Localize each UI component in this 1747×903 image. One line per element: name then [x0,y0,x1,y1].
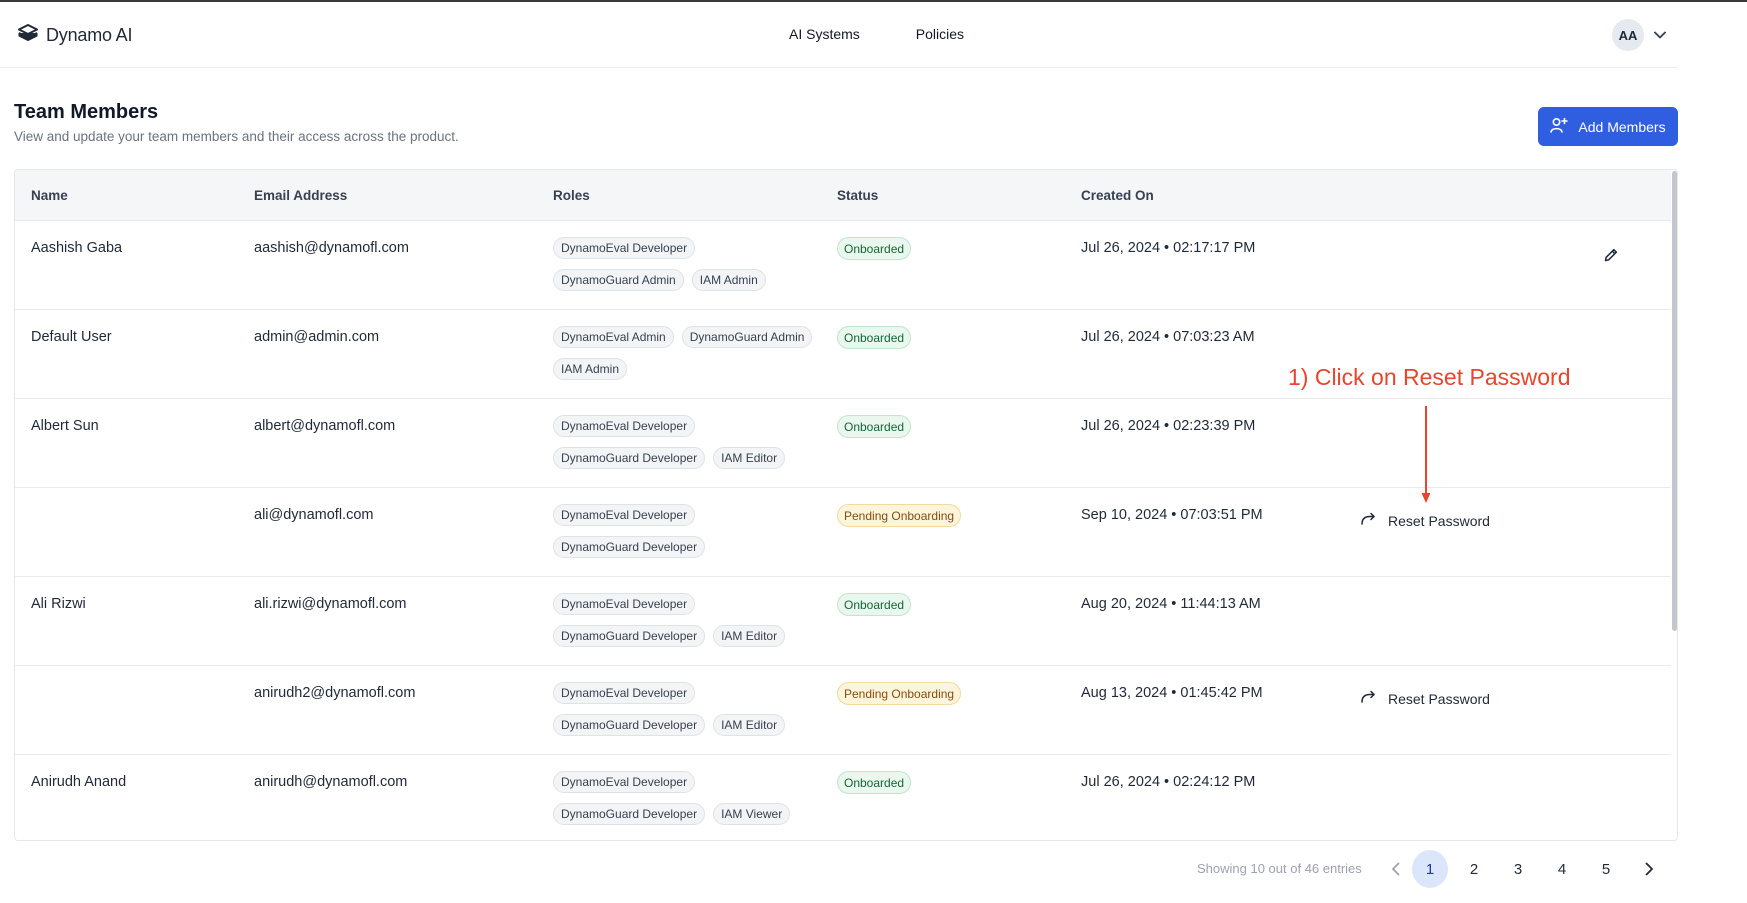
role-chip: IAM Viewer [713,803,791,825]
member-email: ali.rizwi@dynamofl.com [254,596,407,612]
column-header-email[interactable]: Email Address [254,188,347,203]
table-row[interactable]: Aashish Gaba aashish@dynamofl.com Dynamo… [15,221,1671,310]
reset-arrow-icon [1360,690,1376,707]
status-badge: Onboarded [837,771,912,794]
role-chip: IAM Editor [713,714,786,736]
column-header-name[interactable]: Name [31,188,68,203]
role-chip: DynamoEval Developer [553,682,696,704]
created-on: Aug 20, 2024 • 11:44:13 AM [1081,596,1261,612]
status-badge: Pending Onboarding [837,504,962,527]
created-on: Jul 26, 2024 • 07:03:23 AM [1081,329,1255,345]
created-on: Sep 10, 2024 • 07:03:51 PM [1081,507,1263,523]
main-nav: AI Systems Policies [789,26,964,42]
brand-name: Dynamo AI [46,25,133,45]
member-name: Default User [31,329,112,345]
role-chip: DynamoGuard Developer [553,536,706,558]
user-plus-icon [1550,117,1569,136]
member-roles: DynamoEval Developer DynamoGuard Admin I… [553,237,823,291]
member-name: Ali Rizwi [31,596,86,612]
page-subtitle: View and update your team members and th… [14,129,459,144]
member-roles: DynamoEval Developer DynamoGuard Develop… [553,771,823,825]
role-chip: DynamoGuard Developer [553,714,706,736]
role-chip: DynamoGuard Admin [681,326,813,348]
member-email: aashish@dynamofl.com [254,240,409,256]
member-email: admin@admin.com [254,329,380,345]
reset-password-button[interactable]: Reset Password [1360,690,1490,707]
role-chip: DynamoEval Developer [553,504,696,526]
member-name: Anirudh Anand [31,774,127,790]
chevron-down-icon[interactable] [1654,26,1666,44]
role-chip: DynamoEval Developer [553,237,696,259]
member-email: anirudh2@dynamofl.com [254,685,416,701]
role-chip: IAM Editor [713,625,786,647]
role-chip: IAM Admin [691,269,766,291]
member-email: anirudh@dynamofl.com [254,774,408,790]
role-chip: DynamoEval Developer [553,771,696,793]
table-scrollbar[interactable] [1672,171,1677,631]
reset-password-label: Reset Password [1388,690,1490,707]
page-3-button[interactable]: 3 [1500,850,1536,888]
nav-ai-systems[interactable]: AI Systems [789,26,860,42]
member-roles: DynamoEval Developer DynamoGuard Develop… [553,504,823,558]
table-row[interactable]: anirudh2@dynamofl.com DynamoEval Develop… [15,666,1671,755]
chevron-left-icon[interactable] [1378,850,1412,888]
status-badge: Onboarded [837,593,912,616]
role-chip: DynamoEval Developer [553,593,696,615]
avatar[interactable]: AA [1612,19,1644,51]
role-chip: DynamoGuard Developer [553,625,706,647]
created-on: Jul 26, 2024 • 02:24:12 PM [1081,774,1256,790]
status-badge: Onboarded [837,326,912,349]
reset-password-label: Reset Password [1388,512,1490,529]
page-5-button[interactable]: 5 [1588,850,1624,888]
member-name: Aashish Gaba [31,240,123,256]
role-chip: IAM Editor [713,447,786,469]
role-chip: DynamoEval Developer [553,415,696,437]
page-4-button[interactable]: 4 [1544,850,1580,888]
nav-policies[interactable]: Policies [916,26,964,42]
add-members-button[interactable]: Add Members [1538,107,1678,146]
status-badge: Pending Onboarding [837,682,962,705]
column-header-created-on[interactable]: Created On [1081,188,1154,203]
created-on: Aug 13, 2024 • 01:45:42 PM [1081,685,1263,701]
annotation-arrow-icon [1421,406,1431,509]
page-1-button[interactable]: 1 [1412,850,1448,888]
reset-arrow-icon [1360,512,1376,529]
pagination: 1 2 3 4 5 [1378,850,1666,888]
table-row[interactable]: Ali Rizwi ali.rizwi@dynamofl.com DynamoE… [15,577,1671,666]
member-roles: DynamoEval Developer DynamoGuard Develop… [553,415,823,469]
page-title: Team Members [14,101,159,123]
created-on: Jul 26, 2024 • 02:17:17 PM [1081,240,1256,256]
member-roles: DynamoEval Developer DynamoGuard Develop… [553,593,823,647]
status-badge: Onboarded [837,415,912,438]
column-header-roles[interactable]: Roles [553,188,590,203]
member-roles: DynamoEval Admin DynamoGuard Admin IAM A… [553,326,823,380]
role-chip: DynamoEval Admin [553,326,674,348]
role-chip: IAM Admin [553,358,628,380]
created-on: Jul 26, 2024 • 02:23:39 PM [1081,418,1256,434]
member-roles: DynamoEval Developer DynamoGuard Develop… [553,682,823,736]
brand[interactable]: Dynamo AI [18,24,132,47]
column-header-status[interactable]: Status [837,188,878,203]
table-header: Name Email Address Roles Status Created … [15,170,1671,221]
annotation-text: 1) Click on Reset Password [1288,364,1571,390]
user-menu[interactable]: AA [1612,19,1666,51]
member-email: ali@dynamofl.com [254,507,374,523]
member-email: albert@dynamofl.com [254,418,396,434]
role-chip: DynamoGuard Developer [553,803,706,825]
pencil-icon[interactable] [1603,247,1619,268]
page-2-button[interactable]: 2 [1456,850,1492,888]
chevron-right-icon[interactable] [1632,850,1666,888]
entries-summary: Showing 10 out of 46 entries [1197,861,1362,876]
reset-password-button[interactable]: Reset Password [1360,512,1490,529]
role-chip: DynamoGuard Developer [553,447,706,469]
role-chip: DynamoGuard Admin [553,269,684,291]
member-name: Albert Sun [31,418,99,434]
dynamo-logo-icon [18,24,38,47]
table-row[interactable]: Anirudh Anand anirudh@dynamofl.com Dynam… [15,755,1671,840]
add-members-label: Add Members [1578,118,1666,135]
top-header: Dynamo AI AI Systems Policies AA [0,2,1678,68]
status-badge: Onboarded [837,237,912,260]
